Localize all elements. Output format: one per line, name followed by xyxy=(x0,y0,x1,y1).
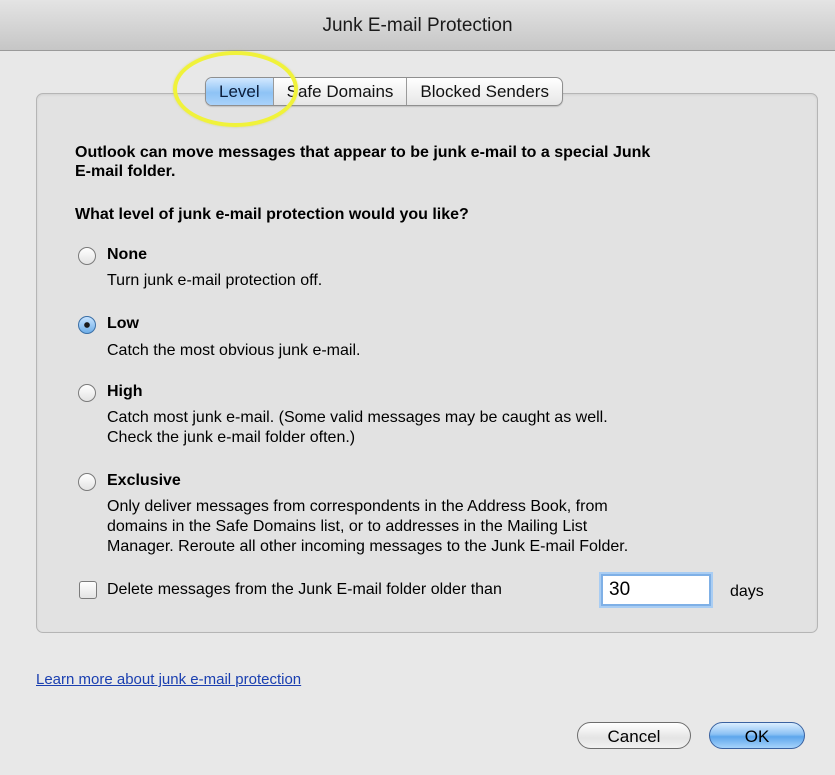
title-bar: Junk E-mail Protection xyxy=(0,0,835,51)
radio-high[interactable] xyxy=(78,384,96,402)
radio-none[interactable] xyxy=(78,247,96,265)
radio-low[interactable] xyxy=(78,316,96,334)
highlight-circle-annotation xyxy=(173,51,298,127)
window-title: Junk E-mail Protection xyxy=(322,15,513,36)
option-high-description-line-2: Check the junk e-mail folder often.) xyxy=(107,429,356,446)
junk-email-protection-dialog: Junk E-mail Protection Level Safe Domain… xyxy=(0,0,835,775)
delete-old-messages-checkbox[interactable] xyxy=(79,581,97,599)
intro-text-line-1: Outlook can move messages that appear to… xyxy=(75,144,651,161)
option-low-description: Catch the most obvious junk e-mail. xyxy=(107,342,361,359)
option-exclusive-description-line-2: domains in the Safe Domains list, or to … xyxy=(107,518,588,535)
days-unit-label: days xyxy=(730,583,764,600)
ok-button[interactable]: OK xyxy=(709,722,805,749)
cancel-button[interactable]: Cancel xyxy=(577,722,691,749)
days-input[interactable] xyxy=(601,574,711,606)
option-low-label: Low xyxy=(107,315,139,332)
learn-more-link[interactable]: Learn more about junk e-mail protection xyxy=(36,671,301,688)
protection-level-question: What level of junk e-mail protection wou… xyxy=(75,206,469,223)
option-none-description: Turn junk e-mail protection off. xyxy=(107,272,323,289)
option-exclusive-description-line-3: Manager. Reroute all other incoming mess… xyxy=(107,538,629,555)
option-high-description-line-1: Catch most junk e-mail. (Some valid mess… xyxy=(107,409,608,426)
option-exclusive-label: Exclusive xyxy=(107,472,181,489)
tab-blocked-senders[interactable]: Blocked Senders xyxy=(407,78,562,105)
radio-exclusive[interactable] xyxy=(78,473,96,491)
delete-old-messages-label: Delete messages from the Junk E-mail fol… xyxy=(107,581,502,598)
intro-text-line-2: E-mail folder. xyxy=(75,163,176,180)
option-high-label: High xyxy=(107,383,143,400)
option-exclusive-description-line-1: Only deliver messages from correspondent… xyxy=(107,498,608,515)
option-none-label: None xyxy=(107,246,147,263)
